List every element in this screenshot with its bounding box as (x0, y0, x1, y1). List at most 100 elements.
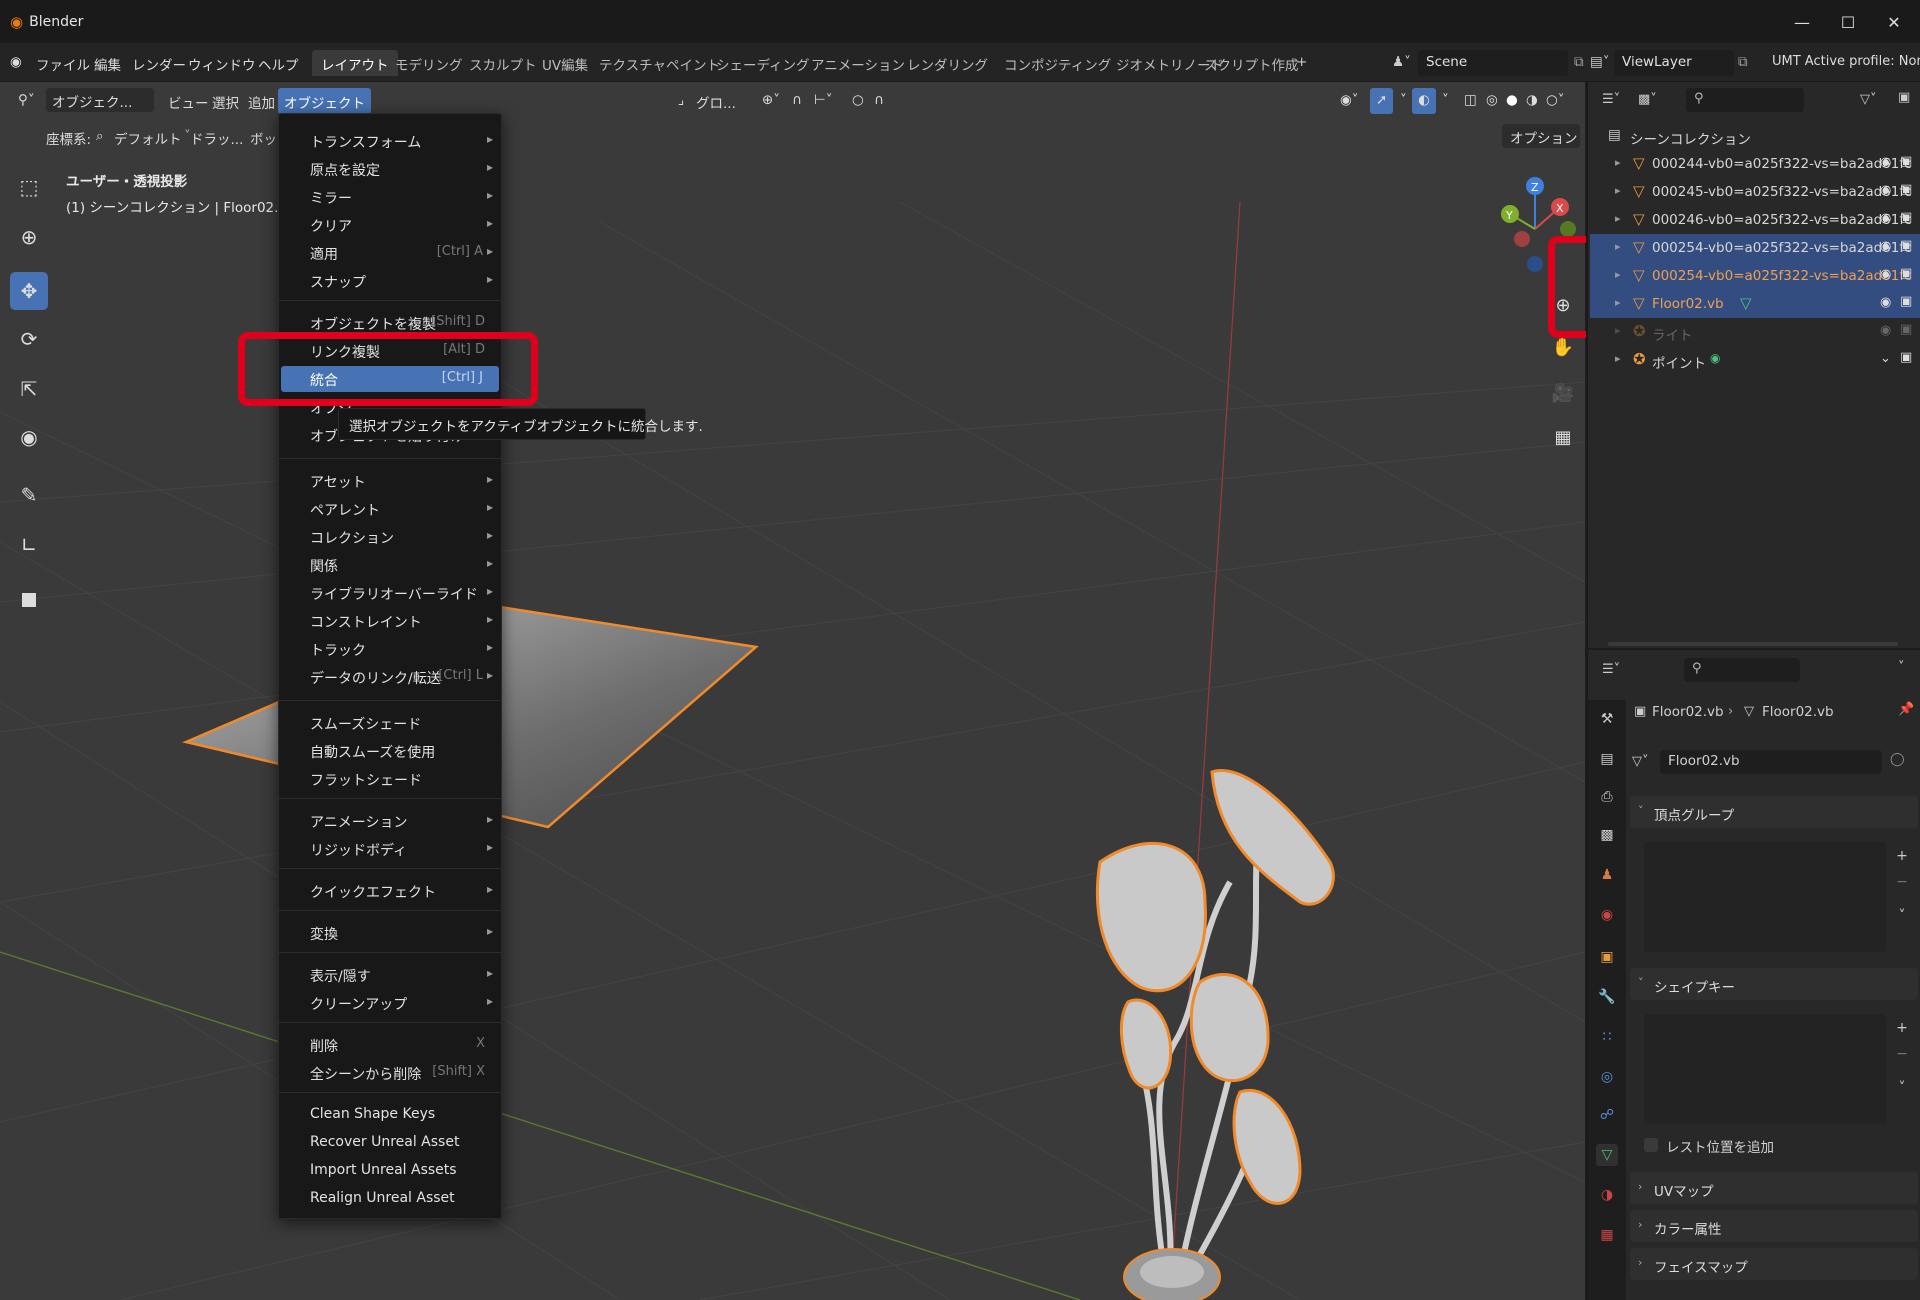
visibility-eye-icon[interactable]: ◉ (1880, 183, 1891, 198)
vertex-group-menu-icon[interactable]: ˅ (1892, 908, 1912, 930)
render-camera-icon[interactable]: ▣ (1900, 294, 1912, 309)
tool-tab-icon[interactable]: ⚒ (1596, 708, 1618, 730)
constraints-tab-icon[interactable]: ☍ (1596, 1104, 1618, 1126)
mesh-name-field[interactable]: Floor02.vb (1660, 750, 1882, 774)
view-layer-field[interactable]: ViewLayer (1614, 50, 1734, 76)
object-menu-item[interactable]: 関係 ▸ (279, 552, 501, 578)
render-camera-icon[interactable]: ▣ (1900, 238, 1912, 253)
color-attributes-panel-header[interactable]: › カラー属性 (1630, 1210, 1918, 1242)
visibility-eye-icon[interactable]: ⌄ (1880, 351, 1891, 366)
object-menu-item[interactable]: アニメーション ▸ (279, 808, 501, 834)
overlay-menu-icon[interactable]: ˅ (1436, 88, 1455, 114)
render-camera-icon[interactable]: ▣ (1900, 350, 1912, 365)
outliner-row-object[interactable]: ▸ ▽ Floor02.vb ▽ ◉ ▣ (1590, 290, 1920, 318)
mesh-datablock-icon[interactable]: ▽˅ (1632, 754, 1649, 769)
visibility-eye-icon[interactable]: ◉ (1880, 323, 1891, 338)
expand-arrow-icon[interactable]: ▸ (1615, 324, 1621, 337)
view-layer-icon[interactable]: ▤˅ (1590, 54, 1610, 70)
tab-compositing[interactable]: コンポジティング (995, 50, 1120, 76)
scene-copy-icon[interactable]: ⧉ (1574, 54, 1584, 70)
scale-tool-icon[interactable]: ⇱ (10, 370, 48, 408)
annotate-tool-icon[interactable]: ✎ (10, 476, 48, 514)
scene-field[interactable]: Scene (1418, 50, 1568, 76)
visibility-eye-icon[interactable]: ◉ (1880, 267, 1891, 282)
select-box-tool-icon[interactable]: ⬚ (10, 168, 48, 206)
object-menu-item[interactable]: コンストレイント ▸ (279, 608, 501, 634)
object-menu-item[interactable]: データのリンク/転送 [Ctrl] L ▸ (279, 664, 501, 690)
object-menu-item[interactable]: スナップ ▸ (279, 268, 501, 294)
face-maps-panel-header[interactable]: › フェイスマップ (1630, 1248, 1918, 1280)
object-menu-item[interactable]: トラック ▸ (279, 636, 501, 662)
physics-tab-icon[interactable]: ◎ (1596, 1066, 1618, 1088)
outliner-row-object[interactable]: ▸ ▽ 000254-vb0=a025f322-vs=ba2ad61fc ◉ ▣ (1590, 262, 1920, 290)
expand-arrow-icon[interactable]: ▸ (1615, 296, 1621, 309)
add-workspace-button[interactable]: + (1287, 50, 1316, 76)
outliner-row-object[interactable]: ▸ ▽ 000254-vb0=a025f322-vs=ba2ad61fc ◉ ▣ (1590, 234, 1920, 262)
object-menu-item[interactable]: Realign Unreal Asset (279, 1186, 501, 1212)
scene-tab-icon[interactable]: ♟ (1596, 864, 1618, 886)
object-menu-item[interactable]: リジッドボディ ▸ (279, 836, 501, 862)
gizmo-toggle-icon[interactable]: ➚ (1370, 88, 1394, 114)
vertex-groups-panel-header[interactable]: ˅ 頂点グループ (1630, 796, 1918, 828)
object-menu-item[interactable]: Recover Unreal Asset (279, 1130, 501, 1156)
object-menu-item[interactable]: ミラー ▸ (279, 184, 501, 210)
add-shape-key-button[interactable]: + (1892, 1020, 1912, 1042)
rotate-tool-icon[interactable]: ⟳ (10, 320, 48, 358)
world-tab-icon[interactable]: ◉ (1596, 904, 1618, 926)
material-tab-icon[interactable]: ◑ (1596, 1184, 1618, 1206)
object-menu-item[interactable]: スムーズシェード (279, 710, 501, 736)
filter-icon[interactable]: ▽˅ (1860, 92, 1877, 107)
blender-menu-icon[interactable]: ◉ (10, 54, 22, 70)
falloff-icon[interactable]: ∩ (868, 88, 890, 114)
menu-file[interactable]: ファイル (36, 54, 90, 74)
expand-arrow-icon[interactable]: ▸ (1615, 184, 1621, 197)
editor-type-icon[interactable]: ⚲˅ (12, 88, 41, 114)
scene-icon[interactable]: ♟˅ (1392, 54, 1411, 70)
outliner-row-object[interactable]: ▸ ▽ 000244-vb0=a025f322-vs=ba2ad61fc ◉ ▣ (1590, 150, 1920, 178)
menu-select[interactable]: 選択 (206, 88, 245, 114)
object-menu-item[interactable]: 全シーンから削除 [Shift] X (279, 1060, 501, 1086)
measure-tool-icon[interactable]: ∟ (10, 526, 48, 564)
scene-collection-row[interactable]: ▤ シーンコレクション (1590, 122, 1920, 150)
modifier-tab-icon[interactable]: 🔧 (1596, 986, 1618, 1008)
display-mode-icon[interactable]: ▩˅ (1638, 92, 1657, 107)
outliner-editor-icon[interactable]: ☰˅ (1602, 92, 1620, 107)
particles-tab-icon[interactable]: ∷ (1596, 1026, 1618, 1048)
texture-tab-icon[interactable]: ▦ (1596, 1224, 1618, 1246)
properties-search-input[interactable]: ⚲ (1684, 658, 1800, 682)
object-menu-item[interactable]: ペアレント ▸ (279, 496, 501, 522)
visibility-filter-icon[interactable]: ◉˅ (1334, 88, 1365, 114)
shape-keys-list[interactable] (1644, 1014, 1886, 1124)
tab-uv-edit[interactable]: UV編集 (533, 50, 597, 76)
menu-edit[interactable]: 編集 (94, 54, 121, 74)
output-tab-icon[interactable]: ⎙ (1596, 786, 1618, 808)
pin-icon[interactable]: 📌 (1898, 702, 1914, 717)
mode-select[interactable]: オブジェク... (46, 88, 154, 112)
shape-keys-panel-header[interactable]: ˅ シェイプキー (1630, 968, 1918, 1000)
new-collection-icon[interactable]: ▣ (1898, 90, 1910, 105)
mesh-data-tab-icon[interactable]: ▽ (1596, 1144, 1618, 1166)
camera-view-icon[interactable]: 🎥 (1548, 378, 1578, 408)
transform-orient-icon[interactable]: ⌟ (672, 88, 690, 114)
object-menu-item[interactable]: クイックエフェクト ▸ (279, 878, 501, 904)
object-menu-item[interactable]: クリア ▸ (279, 212, 501, 238)
uv-maps-panel-header[interactable]: › UVマップ (1630, 1172, 1918, 1204)
menu-render[interactable]: レンダー (132, 54, 186, 74)
properties-editor-icon[interactable]: ☰˅ (1602, 662, 1620, 677)
visibility-eye-icon[interactable]: ◉ (1880, 211, 1891, 226)
options-button[interactable]: オプション (1502, 124, 1580, 148)
object-menu-item[interactable]: ライブラリオーバーライド ▸ (279, 580, 501, 606)
object-menu-item[interactable]: フラットシェード (279, 766, 501, 792)
transform-tool-icon[interactable]: ◉ (10, 418, 48, 456)
add-cube-tool-icon[interactable]: ⯀ (10, 582, 48, 620)
object-menu-item[interactable]: Clean Shape Keys (279, 1102, 501, 1128)
object-menu-item[interactable]: 自動スムーズを使用 (279, 738, 501, 764)
expand-arrow-icon[interactable]: ▸ (1615, 156, 1621, 169)
object-menu-item[interactable]: 表示/隠す ▸ (279, 962, 501, 988)
tab-layout[interactable]: レイアウト (312, 50, 398, 76)
close-button[interactable]: ✕ (1874, 8, 1914, 36)
render-camera-icon[interactable]: ▣ (1900, 210, 1912, 225)
visibility-eye-icon[interactable]: ◉ (1880, 155, 1891, 170)
pivot-icon[interactable]: ⊕˅ (756, 88, 786, 114)
object-menu-item[interactable]: クリーンアップ ▸ (279, 990, 501, 1016)
